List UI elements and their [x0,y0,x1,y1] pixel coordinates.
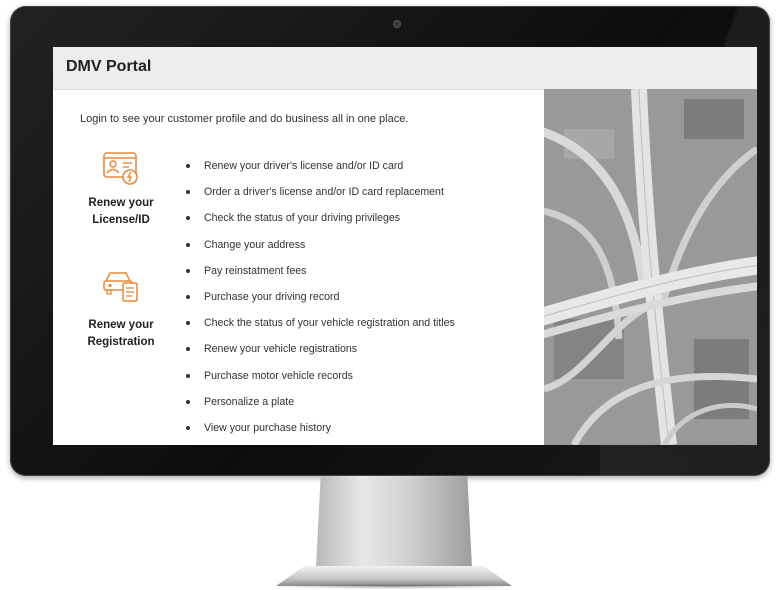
list-item[interactable]: View your purchase history [186,415,455,441]
list-item[interactable]: Personalize a plate [186,389,455,415]
list-item[interactable]: Purchase your driving record [186,284,455,310]
list-item[interactable]: Order a driver's license and/or ID card … [186,179,455,205]
page-title: DMV Portal [66,58,152,75]
highway-aerial-photo [544,89,757,445]
webcam-dot [394,21,400,27]
list-item[interactable]: Check the status of your vehicle registr… [186,310,455,336]
license-card-icon [103,152,138,185]
screen: DMV Portal Login to see your customer pr… [53,47,757,445]
feature-label-line1: Renew your [88,319,154,331]
car-registration-icon [103,272,138,302]
list-item[interactable]: Renew your vehicle registrations [186,336,455,362]
list-item[interactable]: Check the status of your driving privile… [186,205,455,231]
renew-license-feature[interactable]: Renew your License/ID [73,149,169,229]
feature-label-line2: Registration [87,336,155,348]
highway-aerial-image [544,89,757,445]
list-item[interactable]: Change your address [186,232,455,258]
list-item[interactable]: Renew your driver's license and/or ID ca… [186,153,455,179]
monitor-stand-neck [316,476,472,568]
renew-registration-feature[interactable]: Renew your Registration [73,265,169,351]
monitor-stand-base [276,566,512,586]
portal-header: DMV Portal [53,47,757,90]
login-intro-text: Login to see your customer profile and d… [80,113,409,125]
monitor-bezel: DMV Portal Login to see your customer pr… [10,6,770,476]
feature-label-line2: License/ID [92,214,150,226]
list-item[interactable]: Purchase motor vehicle records [186,363,455,389]
list-item[interactable]: Pay reinstatment fees [186,258,455,284]
feature-label-line1: Renew your [88,197,154,209]
stand-shadow [270,584,516,589]
services-list: Renew your driver's license and/or ID ca… [186,153,455,441]
